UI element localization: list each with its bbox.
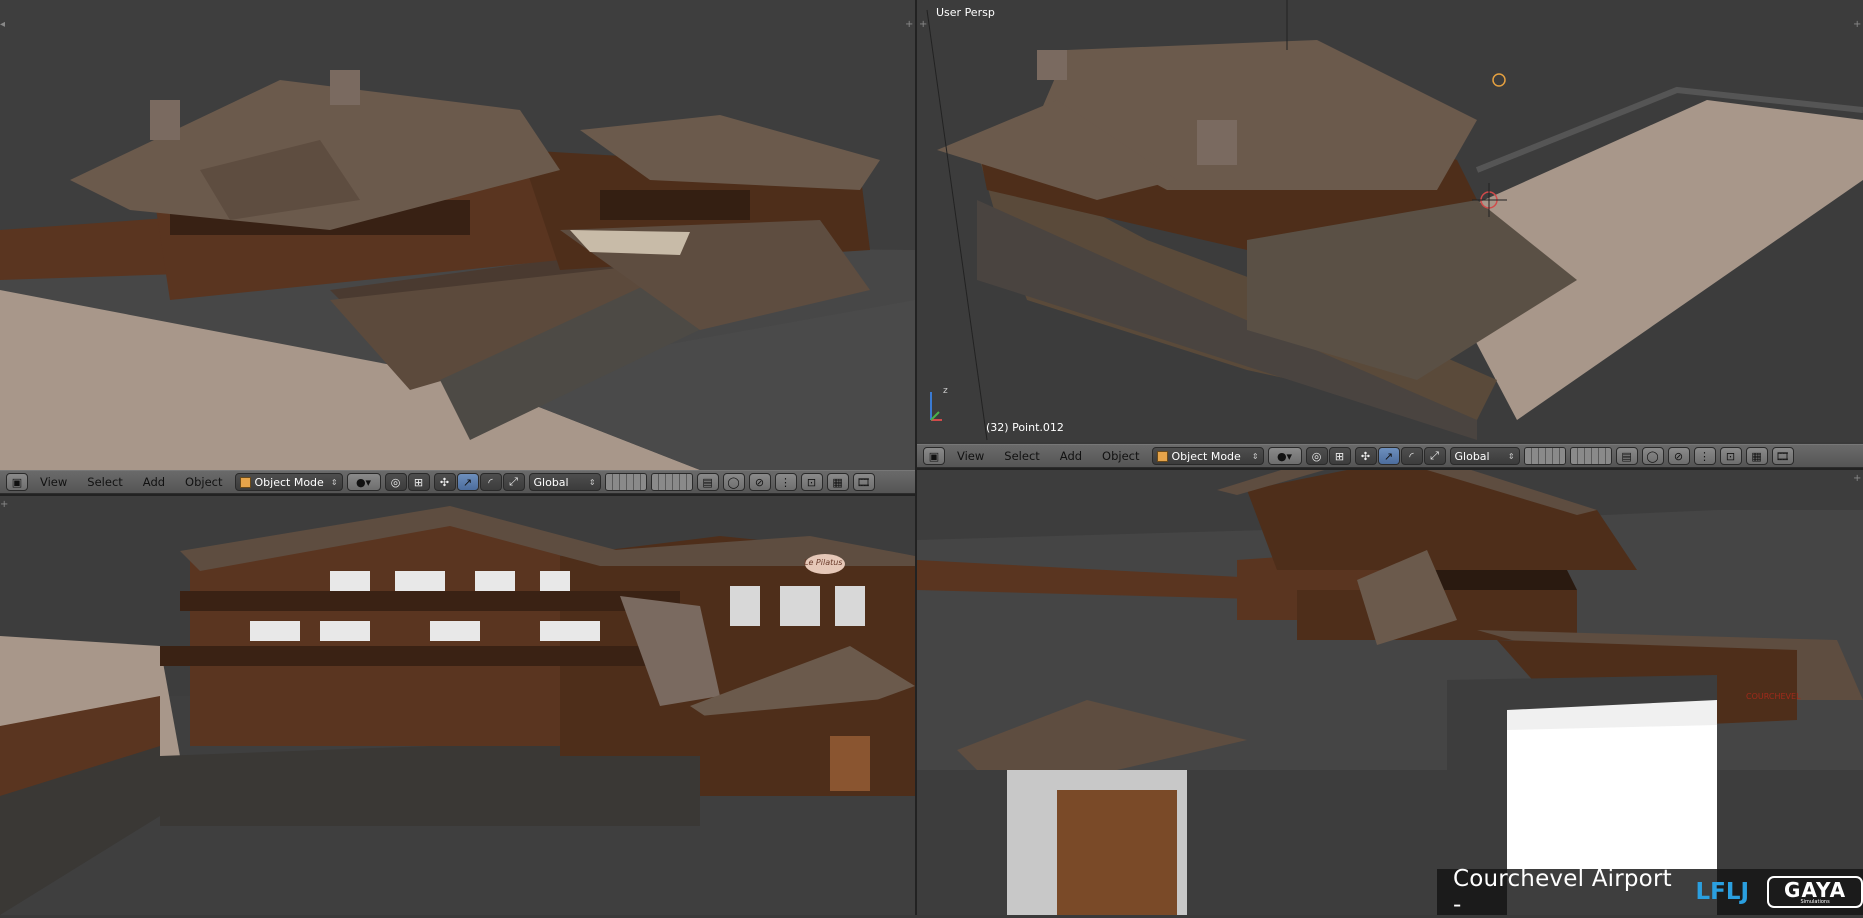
render-preview-button[interactable]: ▦ bbox=[1745, 447, 1768, 465]
rotate-manipulator-button[interactable]: ◜ bbox=[1400, 447, 1423, 465]
corner-widget-icon[interactable]: ◂ bbox=[0, 20, 10, 30]
menu-object[interactable]: Object bbox=[177, 475, 230, 489]
proportional-edit-button[interactable]: ◯ bbox=[1641, 447, 1664, 465]
mode-select[interactable]: Object Mode ⇕ bbox=[1151, 447, 1264, 465]
viewport-bottom-right[interactable]: COURCHEVEL + bbox=[917, 470, 1863, 915]
corner-widget-icon[interactable]: + bbox=[1853, 20, 1863, 30]
viewport-header-top-right: ▣ View Select Add Object Object Mode ⇕ ●▾… bbox=[917, 444, 1863, 468]
snap-target-button[interactable]: ⊡ bbox=[1719, 447, 1742, 465]
render-preview-button[interactable]: ▦ bbox=[826, 473, 849, 491]
editor-type-button[interactable]: ▣ bbox=[923, 447, 945, 465]
area-divider-horizontal-left[interactable] bbox=[0, 494, 915, 496]
orientation-select[interactable]: Global ⇕ bbox=[528, 473, 601, 491]
corner-widget-icon[interactable]: + bbox=[919, 20, 929, 30]
pivot-button[interactable]: ◎ bbox=[384, 473, 407, 491]
updown-arrow-icon: ⇕ bbox=[1507, 451, 1515, 461]
snap-button[interactable]: ⊞ bbox=[407, 473, 430, 491]
logo-subtext: Simulations bbox=[1800, 898, 1830, 905]
menu-add[interactable]: Add bbox=[135, 475, 173, 489]
layer-lock-button[interactable]: ▤ bbox=[1615, 447, 1638, 465]
layer-lock-button[interactable]: ▤ bbox=[696, 473, 719, 491]
shading-button[interactable]: ●▾ bbox=[346, 473, 381, 491]
menu-add[interactable]: Add bbox=[1052, 449, 1090, 463]
gaya-logo: GAYA Simulations bbox=[1767, 876, 1863, 908]
snap-magnet-button[interactable]: ⊘ bbox=[1667, 447, 1690, 465]
chalet-render-side bbox=[917, 470, 1863, 915]
layer-buttons[interactable] bbox=[1569, 447, 1612, 465]
menu-view[interactable]: View bbox=[32, 475, 75, 489]
courchevel-sign: COURCHEVEL bbox=[1746, 692, 1801, 701]
render-animation-button[interactable]: 🎞 bbox=[1771, 447, 1794, 465]
editor-type-button[interactable]: ▣ bbox=[6, 473, 28, 491]
manipulator-toggle-button[interactable]: ✣ bbox=[433, 473, 456, 491]
updown-arrow-icon: ⇕ bbox=[1251, 451, 1259, 461]
viewport-bottom-left[interactable]: Le Pilatus + bbox=[0, 496, 915, 915]
active-object-info: (32) Point.012 bbox=[986, 421, 1064, 434]
layer-buttons[interactable] bbox=[650, 473, 693, 491]
area-divider-vertical[interactable] bbox=[915, 0, 917, 915]
mode-select[interactable]: Object Mode ⇕ bbox=[234, 473, 343, 491]
layer-buttons[interactable] bbox=[1523, 447, 1566, 465]
cube-icon bbox=[239, 476, 251, 488]
corner-widget-icon[interactable]: + bbox=[905, 20, 915, 30]
chalet-render-angled bbox=[0, 0, 915, 470]
translate-manipulator-button[interactable]: ↗ bbox=[1377, 447, 1400, 465]
viewport-top-left[interactable]: ◂ + bbox=[0, 0, 915, 470]
logo-text: GAYA bbox=[1784, 877, 1847, 902]
updown-arrow-icon: ⇕ bbox=[330, 477, 338, 487]
title-banner: Courchevel Airport - LFLJ GAYA Simulatio… bbox=[1437, 866, 1863, 918]
shading-button[interactable]: ●▾ bbox=[1267, 447, 1302, 465]
orientation-select[interactable]: Global ⇕ bbox=[1449, 447, 1520, 465]
axis-z-label: z bbox=[943, 386, 948, 396]
viewport-top-right[interactable]: User Persp z (32) Point.012 + + bbox=[917, 0, 1863, 442]
layer-buttons[interactable] bbox=[604, 473, 647, 491]
translate-manipulator-button[interactable]: ↗ bbox=[456, 473, 479, 491]
menu-select[interactable]: Select bbox=[996, 449, 1047, 463]
menu-view[interactable]: View bbox=[949, 449, 992, 463]
manipulator-toggle-button[interactable]: ✣ bbox=[1354, 447, 1377, 465]
banner-title: Courchevel Airport - bbox=[1453, 866, 1672, 918]
snap-magnet-button[interactable]: ⊘ bbox=[748, 473, 771, 491]
corner-widget-icon[interactable]: + bbox=[0, 500, 10, 510]
restaurant-sign: Le Pilatus bbox=[804, 558, 843, 567]
cube-icon bbox=[1156, 450, 1168, 462]
view-label: User Persp bbox=[936, 6, 995, 19]
pivot-button[interactable]: ◎ bbox=[1305, 447, 1328, 465]
chalet-render-front bbox=[0, 496, 915, 915]
updown-arrow-icon: ⇕ bbox=[588, 477, 596, 487]
snap-target-button[interactable]: ⊡ bbox=[800, 473, 823, 491]
menu-select[interactable]: Select bbox=[79, 475, 130, 489]
menu-object[interactable]: Object bbox=[1094, 449, 1147, 463]
render-animation-button[interactable]: 🎞 bbox=[852, 473, 875, 491]
snap-button[interactable]: ⊞ bbox=[1328, 447, 1351, 465]
airport-code: LFLJ bbox=[1695, 879, 1750, 905]
snap-element-button[interactable]: ⋮ bbox=[1693, 447, 1716, 465]
area-divider-horizontal-right[interactable] bbox=[917, 468, 1863, 470]
corner-widget-icon[interactable]: + bbox=[1853, 474, 1863, 484]
rotate-manipulator-button[interactable]: ◜ bbox=[479, 473, 502, 491]
viewport-header-top-left: ▣ View Select Add Object Object Mode ⇕ ●▾… bbox=[0, 470, 915, 494]
snap-element-button[interactable]: ⋮ bbox=[774, 473, 797, 491]
chalet-render-perspective bbox=[917, 0, 1863, 442]
scale-manipulator-button[interactable]: ⤢ bbox=[1423, 447, 1446, 465]
proportional-edit-button[interactable]: ◯ bbox=[722, 473, 745, 491]
scale-manipulator-button[interactable]: ⤢ bbox=[502, 473, 525, 491]
